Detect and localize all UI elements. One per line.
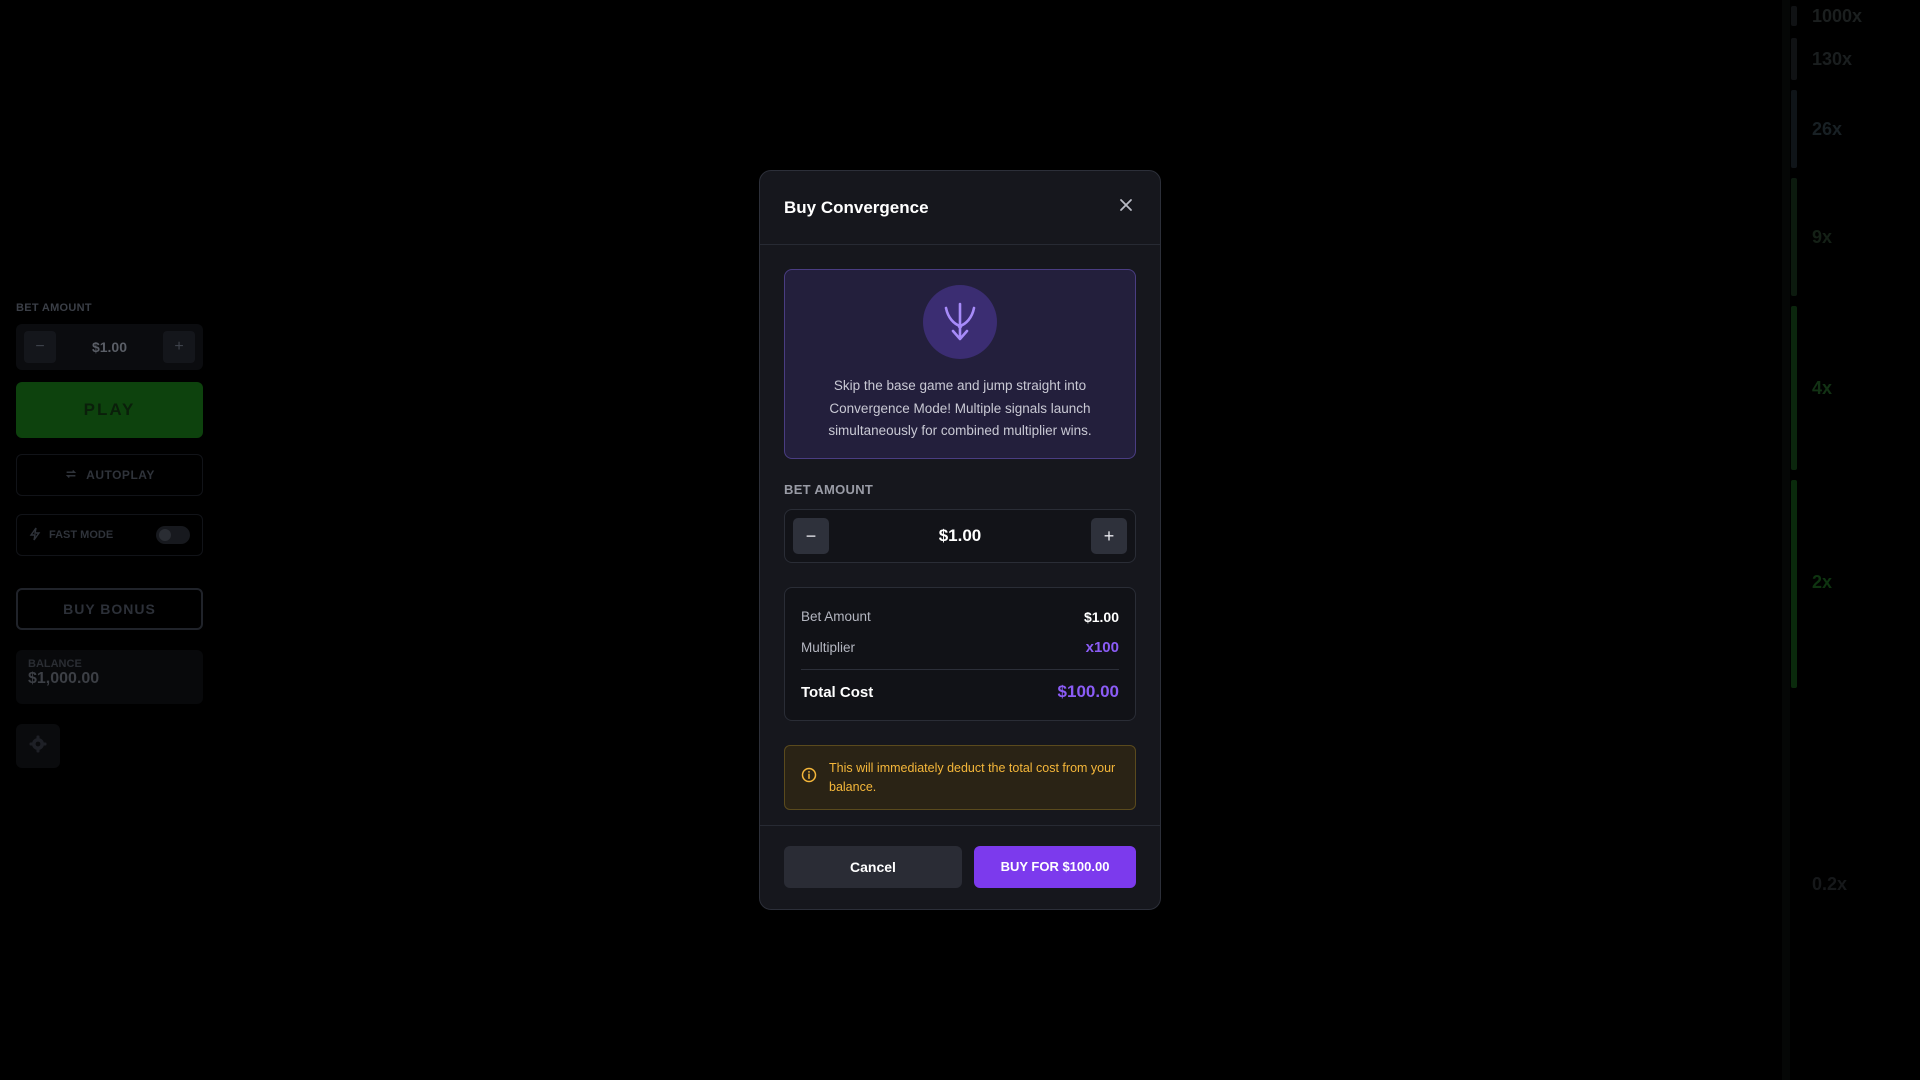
total-cost-value: $100.00: [1057, 682, 1119, 701]
convergence-arrows-icon: [923, 285, 997, 359]
modal-title: Buy Convergence: [784, 197, 929, 217]
autoplay-button[interactable]: AUTOPLAY: [16, 454, 203, 496]
multiplier-label: 2x: [1812, 572, 1833, 592]
autoplay-label: AUTOPLAY: [86, 468, 155, 482]
multiplier-label: 130x: [1812, 49, 1853, 69]
buy-bonus-button[interactable]: BUY BONUS: [16, 588, 203, 630]
buy-button[interactable]: BUY FOR $100.00: [974, 845, 1136, 888]
summary-bet-value: $1.00: [1083, 608, 1119, 625]
close-icon: [1119, 198, 1133, 217]
modal-footer: Cancel BUY FOR $100.00: [760, 825, 1160, 909]
buy-convergence-modal: Buy Convergence Skip the base game and j…: [759, 170, 1161, 910]
bet-amount-section-label: BET AMOUNT: [784, 482, 874, 497]
summary-row-multiplier: Multiplier x100: [801, 632, 1119, 663]
bet-increase-button[interactable]: +: [162, 331, 195, 363]
gear-icon: [28, 734, 48, 759]
summary-row-total: Total Cost $100.00: [801, 678, 1119, 706]
close-button[interactable]: [1115, 197, 1137, 219]
bet-amount-value: $1.00: [938, 526, 982, 545]
repeat-icon: [64, 467, 78, 484]
multiplier-segment: [1791, 90, 1797, 168]
balance-display: BALANCE $1,000.00: [16, 650, 203, 704]
multiplier-label: 4x: [1812, 378, 1833, 398]
deduction-warning: This will immediately deduct the total c…: [784, 745, 1136, 810]
multiplier-segment: [1791, 178, 1797, 296]
multiplier-label: 26x: [1812, 119, 1843, 139]
modal-body: Skip the base game and jump straight int…: [760, 245, 1160, 810]
summary-bet-label: Bet Amount: [801, 609, 871, 624]
settings-button[interactable]: [16, 724, 60, 768]
summary-divider: [801, 669, 1119, 670]
multiplier-label: 1000x: [1812, 6, 1863, 26]
summary-multiplier-value: x100: [1085, 639, 1119, 656]
bet-amount-value: $1.00: [91, 339, 128, 355]
multiplier-segment: [1791, 6, 1797, 26]
fast-mode-toggle[interactable]: [156, 526, 190, 544]
feature-description: Skip the base game and jump straight int…: [828, 378, 1092, 438]
total-cost-label: Total Cost: [801, 683, 874, 701]
feature-info-card: Skip the base game and jump straight int…: [784, 269, 1136, 459]
fast-mode-label: FAST MODE: [49, 529, 114, 541]
bet-amount-stepper: − $1.00 +: [784, 509, 1136, 563]
multiplier-segment: [1791, 480, 1797, 688]
balance-label: BALANCE: [28, 658, 82, 670]
increase-bet-button[interactable]: +: [1090, 518, 1127, 554]
bet-amount-label: BET AMOUNT: [16, 302, 92, 314]
info-circle-icon: [801, 767, 817, 788]
multiplier-label: 9x: [1812, 227, 1833, 247]
modal-header: Buy Convergence: [760, 171, 1160, 245]
balance-value: $1,000.00: [28, 670, 100, 687]
decrease-bet-button[interactable]: −: [793, 518, 829, 554]
summary-row-bet: Bet Amount $1.00: [801, 601, 1119, 632]
summary-multiplier-label: Multiplier: [801, 640, 856, 655]
warning-text: This will immediately deduct the total c…: [829, 760, 1116, 794]
multiplier-track: [1782, 0, 1790, 1080]
multiplier-label: 0.2x: [1812, 874, 1848, 894]
multiplier-segment: [1791, 306, 1797, 470]
game-side-panel: BET AMOUNT − $1.00 + PLAY AUTOPLAY FAST …: [16, 302, 203, 768]
fast-mode-row: FAST MODE: [16, 514, 203, 556]
bet-decrease-button[interactable]: −: [24, 331, 56, 363]
bet-amount-control: − $1.00 +: [16, 324, 203, 370]
multiplier-segment: [1791, 38, 1797, 80]
play-button[interactable]: PLAY: [16, 382, 203, 438]
lightning-icon: [29, 527, 41, 544]
cost-summary: Bet Amount $1.00 Multiplier x100 Total C…: [784, 587, 1136, 721]
cancel-button[interactable]: Cancel: [784, 845, 962, 888]
